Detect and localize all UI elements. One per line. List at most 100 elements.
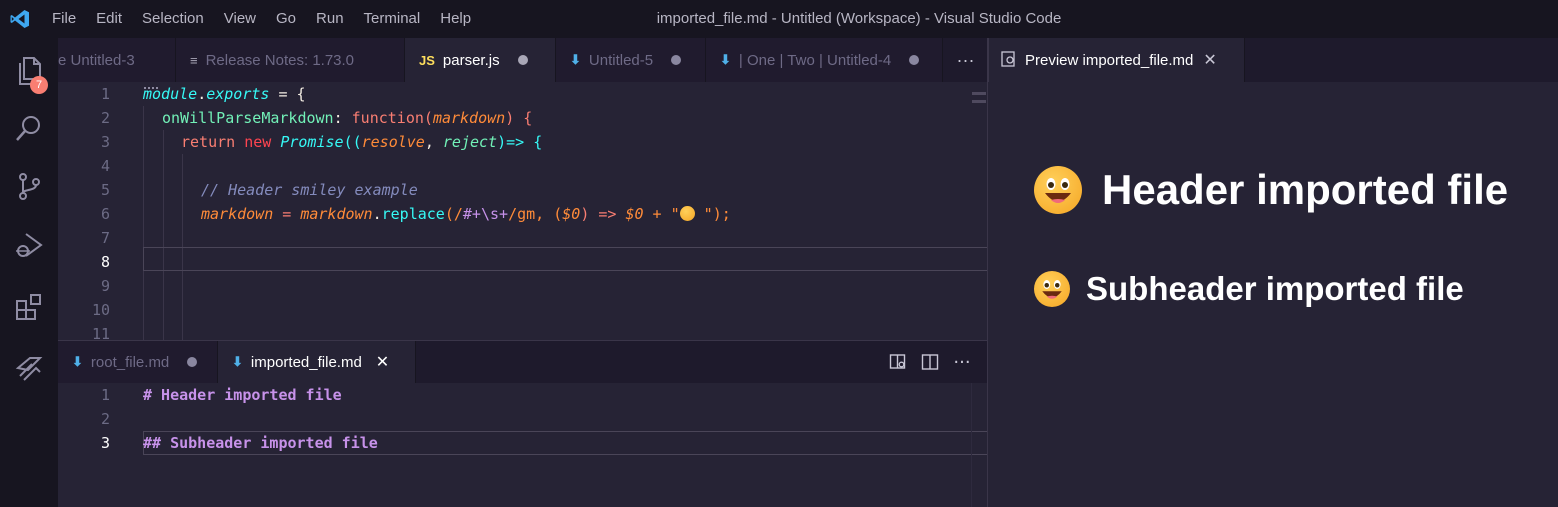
markdown-file-icon: ⬇ [720, 52, 731, 67]
line-number-current: 8 [100, 253, 110, 271]
tab-bar-spacer [416, 341, 884, 383]
tab-root-file[interactable]: ⬇ root_file.md [58, 341, 218, 383]
explorer-badge: 7 [30, 76, 48, 94]
line-number-current: 3 [100, 434, 110, 452]
code-line: 3 return new Promise((resolve, reject)=>… [58, 130, 988, 154]
markdown-file-icon: ⬇ [232, 354, 243, 369]
preview-heading-1: Header imported file [1034, 166, 1508, 214]
line-number: 1 [100, 85, 110, 103]
menu-help[interactable]: Help [430, 0, 481, 38]
line-number: 9 [100, 277, 110, 295]
source-control-icon[interactable] [0, 161, 58, 211]
tab-release-notes[interactable]: ≡ Release Notes: 1.73.0 [176, 38, 405, 82]
line-number: 1 [100, 386, 110, 404]
code-line: 8 [58, 250, 988, 274]
menu-file[interactable]: File [40, 0, 86, 38]
open-preview-icon[interactable] [884, 348, 912, 376]
code-line: 5 // Header smiley example [58, 178, 988, 202]
code-line: 11 [58, 322, 988, 340]
more-actions-icon[interactable]: ··· [943, 38, 988, 82]
code-line: 7 [58, 226, 988, 250]
code-line: 9 [58, 274, 988, 298]
preview-tab-bar: Preview imported_file.md ✕ [989, 38, 1558, 82]
smiley-emoji-icon [679, 206, 695, 221]
smiley-emoji-icon [1034, 271, 1070, 307]
tab-label: | One | Two | Untitled-4 [738, 51, 892, 69]
menu-go[interactable]: Go [266, 0, 306, 38]
tab-label: root_file.md [90, 353, 170, 371]
menu-selection[interactable]: Selection [132, 0, 214, 38]
line-number: 7 [100, 229, 110, 247]
run-debug-icon[interactable] [0, 220, 58, 270]
tab-label: Preview imported_file.md [1025, 51, 1194, 69]
code-line: 1 # Header imported file [58, 383, 988, 407]
code-line: 1 module.exports = { [58, 82, 988, 106]
line-number: 11 [91, 325, 110, 340]
unsaved-dot-icon[interactable] [671, 55, 682, 65]
preview-h2-text: Subheader imported file [1086, 270, 1464, 307]
more-actions-icon[interactable]: ··· [948, 348, 976, 376]
tab-preview[interactable]: Preview imported_file.md ✕ [989, 38, 1245, 82]
menu-bar: File Edit Selection View Go Run Terminal… [40, 0, 481, 38]
line-number: 10 [91, 301, 110, 319]
tab-label: parser.js [442, 51, 500, 69]
code-comment: // Header smiley example [201, 181, 418, 199]
tab-label: Untitled-5 [588, 51, 654, 69]
code-text: markdown = markdown.replace(/#+\s+/gm, (… [201, 205, 731, 223]
folding-dots-icon [144, 87, 158, 90]
code-line: 2 onWillParseMarkdown: function(markdown… [58, 106, 988, 130]
code-line: 3 ## Subheader imported file [58, 431, 988, 455]
close-tab-icon[interactable]: ✕ [376, 352, 389, 372]
activity-bar: 7 [0, 38, 58, 507]
markdown-file-icon: ⬇ [72, 354, 83, 369]
title-bar: File Edit Selection View Go Run Terminal… [0, 0, 1558, 38]
menu-run[interactable]: Run [306, 0, 354, 38]
line-number: 5 [100, 181, 110, 199]
line-number: 3 [100, 133, 110, 151]
scrollbar-track [971, 383, 972, 507]
line-number: 4 [100, 157, 110, 175]
tab-label: imported_file.md [250, 353, 362, 371]
explorer-icon[interactable]: 7 [0, 46, 58, 96]
code-text: return new Promise((resolve, reject)=> { [181, 133, 543, 151]
close-tab-icon[interactable]: ✕ [1203, 50, 1216, 70]
editor-actions: ··· [884, 341, 988, 383]
code-text: onWillParseMarkdown: function(markdown) … [162, 109, 533, 127]
extensions-icon[interactable] [0, 283, 58, 333]
tab-untitled-3[interactable]: e Untitled-3 [58, 38, 176, 82]
unsaved-dot-icon[interactable] [909, 55, 920, 65]
line-number: 2 [100, 410, 110, 428]
preview-heading-2: Subheader imported file [1034, 270, 1464, 308]
menu-view[interactable]: View [214, 0, 266, 38]
tab-label: Release Notes: 1.73.0 [205, 51, 355, 69]
tab-untitled-4[interactable]: ⬇ | One | Two | Untitled-4 [706, 38, 943, 82]
line-number: 6 [100, 205, 110, 223]
code-line: 2 [58, 407, 988, 431]
menu-terminal[interactable]: Terminal [354, 0, 431, 38]
split-editor-icon[interactable] [916, 348, 944, 376]
vscode-logo-icon[interactable] [0, 0, 40, 38]
smiley-emoji-icon [1034, 166, 1082, 214]
top-tab-bar: e Untitled-3 ≡ Release Notes: 1.73.0 JS … [58, 38, 988, 82]
code-line: 6 markdown = markdown.replace(/#+\s+/gm,… [58, 202, 988, 226]
preview-icon [1001, 50, 1017, 70]
tab-label: e Untitled-3 [58, 51, 135, 69]
markdown-file-icon: ⬇ [570, 52, 581, 67]
tab-parser-js[interactable]: JS parser.js [405, 38, 556, 82]
top-editor[interactable]: 1 module.exports = { 2 onWillParseMarkdo… [58, 82, 988, 340]
preview-h1-text: Header imported file [1102, 166, 1509, 213]
menu-edit[interactable]: Edit [86, 0, 132, 38]
document-icon: ≡ [190, 52, 198, 68]
remote-explorer-icon[interactable] [0, 344, 58, 394]
unsaved-dot-icon[interactable] [517, 55, 528, 65]
tab-imported-file[interactable]: ⬇ imported_file.md ✕ [218, 341, 416, 383]
markdown-heading-text: # Header imported file [143, 386, 342, 404]
search-icon[interactable] [0, 103, 58, 153]
code-line: 10 [58, 298, 988, 322]
code-text: module.exports = { [143, 85, 306, 103]
bottom-tab-bar: ⬇ root_file.md ⬇ imported_file.md ✕ ··· [58, 341, 988, 383]
unsaved-dot-icon[interactable] [187, 357, 198, 367]
code-line: 4 [58, 154, 988, 178]
bottom-editor[interactable]: 1 # Header imported file 2 3 ## Subheade… [58, 383, 988, 507]
tab-untitled-5[interactable]: ⬇ Untitled-5 [556, 38, 706, 82]
